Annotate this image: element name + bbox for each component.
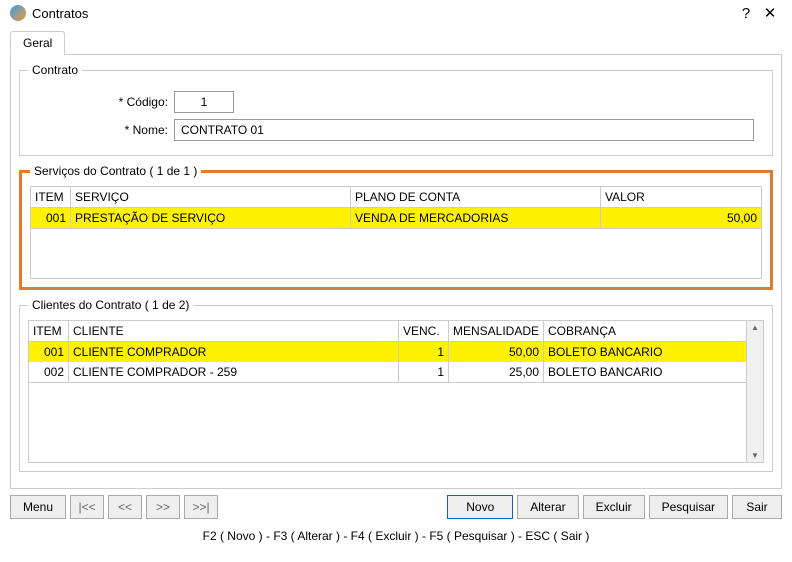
close-button[interactable]: ✕ bbox=[758, 4, 782, 22]
nome-input[interactable] bbox=[174, 119, 754, 141]
cell-plano: VENDA DE MERCADORIAS bbox=[351, 208, 601, 229]
table-row[interactable]: 001PRESTAÇÃO DE SERVIÇOVENDA DE MERCADOR… bbox=[31, 208, 762, 229]
cell-venc: 1 bbox=[399, 362, 449, 383]
cell-item: 001 bbox=[31, 208, 71, 229]
clientes-header-row: ITEM CLIENTE VENC. MENSALIDADE COBRANÇA bbox=[29, 321, 747, 342]
clientes-scrollbar[interactable]: ▲ ▼ bbox=[747, 320, 764, 463]
cell-servico: PRESTAÇÃO DE SERVIÇO bbox=[71, 208, 351, 229]
clientes-fieldset: Clientes do Contrato ( 1 de 2) ITEM CLIE… bbox=[19, 298, 773, 472]
footer-hints: F2 ( Novo ) - F3 ( Alterar ) - F4 ( Excl… bbox=[0, 525, 792, 547]
col-plano: PLANO DE CONTA bbox=[351, 187, 601, 208]
codigo-input[interactable] bbox=[174, 91, 234, 113]
scroll-up-icon[interactable]: ▲ bbox=[749, 321, 761, 334]
cell-item: 001 bbox=[29, 342, 69, 363]
codigo-label: * Código: bbox=[28, 95, 168, 109]
cell-cobranca: BOLETO BANCARIO bbox=[544, 362, 747, 383]
menu-button[interactable]: Menu bbox=[10, 495, 66, 519]
sair-button[interactable]: Sair bbox=[732, 495, 782, 519]
cell-mensalidade: 25,00 bbox=[449, 362, 544, 383]
app-icon bbox=[10, 5, 26, 21]
title-bar: Contratos ? ✕ bbox=[0, 0, 792, 26]
table-row[interactable]: 001CLIENTE COMPRADOR150,00BOLETO BANCARI… bbox=[29, 342, 747, 363]
clientes-legend: Clientes do Contrato ( 1 de 2) bbox=[28, 298, 193, 312]
cell-valor: 50,00 bbox=[601, 208, 762, 229]
col-cliente: CLIENTE bbox=[69, 321, 399, 342]
nome-label: * Nome: bbox=[28, 123, 168, 137]
window-title: Contratos bbox=[32, 6, 734, 21]
servicos-table[interactable]: ITEM SERVIÇO PLANO DE CONTA VALOR 001PRE… bbox=[30, 186, 762, 229]
nav-last-button[interactable]: >>| bbox=[184, 495, 218, 519]
novo-button[interactable]: Novo bbox=[447, 495, 513, 519]
cell-cliente: CLIENTE COMPRADOR - 259 bbox=[69, 362, 399, 383]
cell-cliente: CLIENTE COMPRADOR bbox=[69, 342, 399, 363]
cell-item: 002 bbox=[29, 362, 69, 383]
scroll-down-icon[interactable]: ▼ bbox=[749, 449, 761, 462]
servicos-header-row: ITEM SERVIÇO PLANO DE CONTA VALOR bbox=[31, 187, 762, 208]
col-item: ITEM bbox=[31, 187, 71, 208]
clientes-table[interactable]: ITEM CLIENTE VENC. MENSALIDADE COBRANÇA … bbox=[28, 320, 747, 383]
excluir-button[interactable]: Excluir bbox=[583, 495, 645, 519]
table-row[interactable]: 002CLIENTE COMPRADOR - 259125,00BOLETO B… bbox=[29, 362, 747, 383]
col-cobranca: COBRANÇA bbox=[544, 321, 747, 342]
cell-mensalidade: 50,00 bbox=[449, 342, 544, 363]
cell-cobranca: BOLETO BANCARIO bbox=[544, 342, 747, 363]
tab-strip: Geral bbox=[0, 26, 792, 54]
cell-venc: 1 bbox=[399, 342, 449, 363]
contrato-legend: Contrato bbox=[28, 63, 82, 77]
servicos-fieldset: Serviços do Contrato ( 1 de 1 ) ITEM SER… bbox=[19, 164, 773, 290]
col-valor: VALOR bbox=[601, 187, 762, 208]
button-bar: Menu |<< << >> >>| Novo Alterar Excluir … bbox=[0, 489, 792, 525]
help-button[interactable]: ? bbox=[734, 5, 758, 22]
tab-geral[interactable]: Geral bbox=[10, 31, 65, 55]
content-panel: Contrato * Código: * Nome: Serviços do C… bbox=[10, 54, 782, 489]
contrato-fieldset: Contrato * Código: * Nome: bbox=[19, 63, 773, 156]
nav-prev-button[interactable]: << bbox=[108, 495, 142, 519]
servicos-legend: Serviços do Contrato ( 1 de 1 ) bbox=[30, 164, 201, 178]
alterar-button[interactable]: Alterar bbox=[517, 495, 578, 519]
col-servico: SERVIÇO bbox=[71, 187, 351, 208]
nav-next-button[interactable]: >> bbox=[146, 495, 180, 519]
nav-first-button[interactable]: |<< bbox=[70, 495, 104, 519]
pesquisar-button[interactable]: Pesquisar bbox=[649, 495, 728, 519]
col-venc: VENC. bbox=[399, 321, 449, 342]
col-mensalidade: MENSALIDADE bbox=[449, 321, 544, 342]
col-item: ITEM bbox=[29, 321, 69, 342]
